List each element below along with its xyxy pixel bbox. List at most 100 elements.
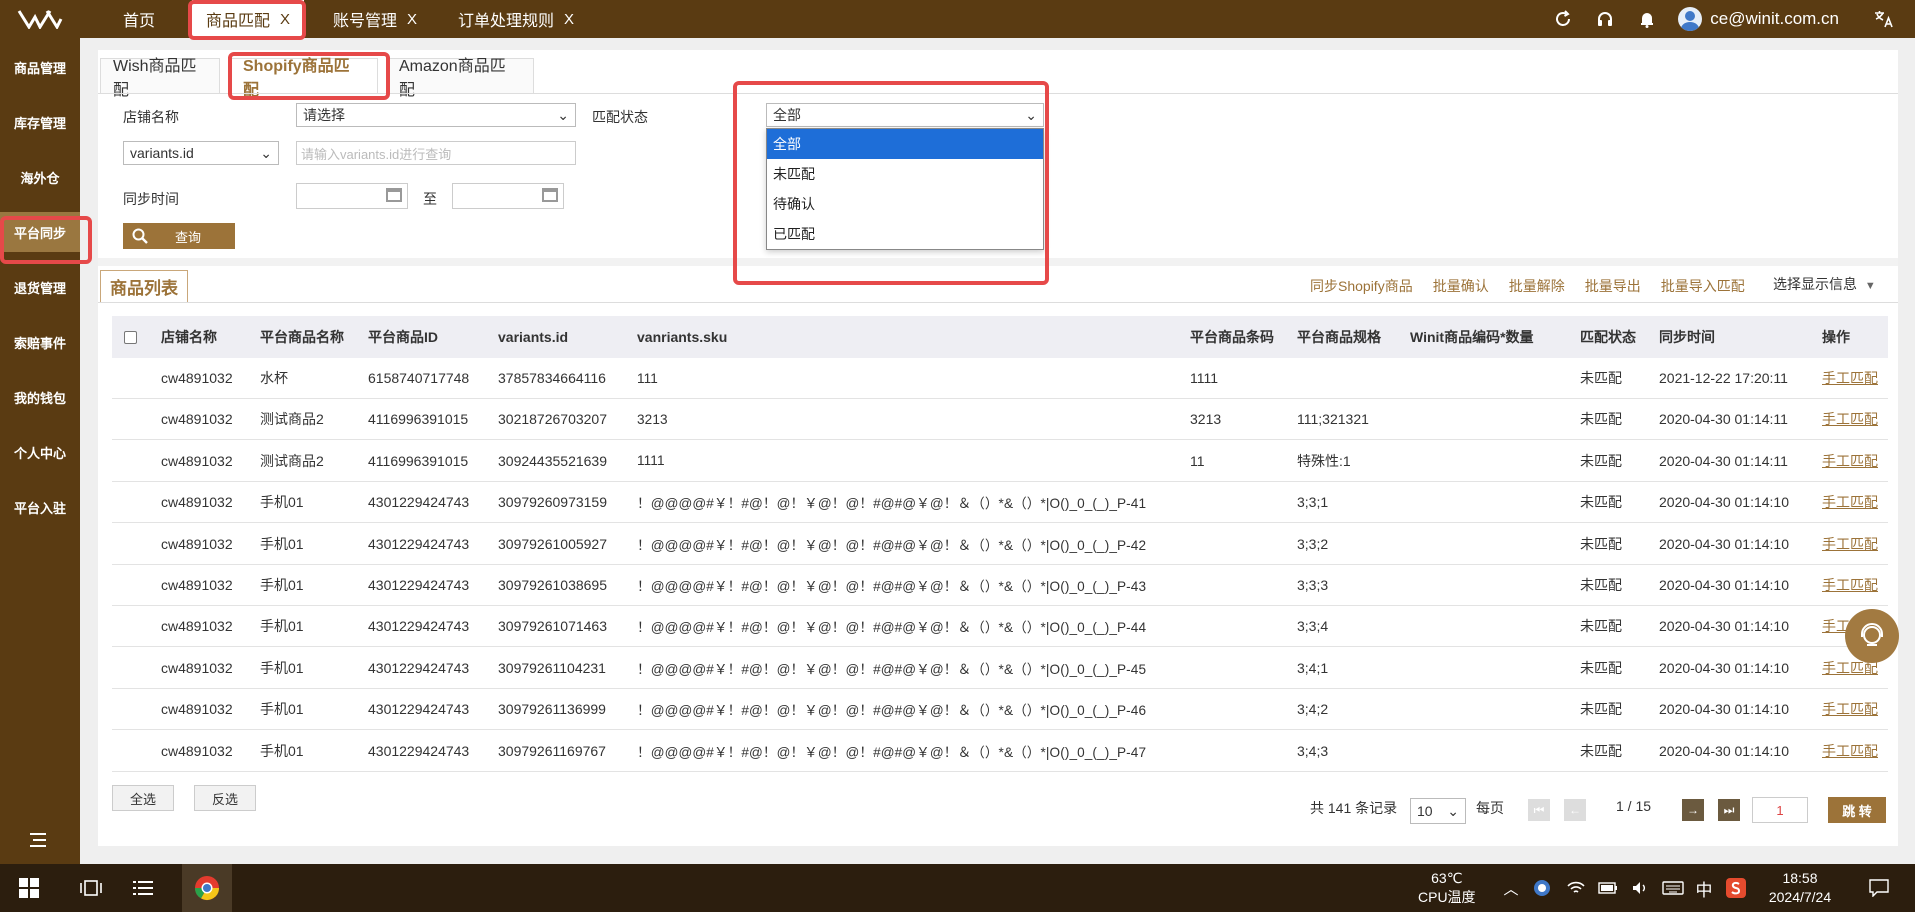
bell-icon[interactable] [1626, 0, 1668, 38]
sidebar-item-product-management[interactable]: 商品管理 [0, 47, 80, 87]
last-page-icon[interactable]: ⏭ [1718, 799, 1740, 821]
list-icon[interactable] [128, 864, 158, 912]
store-select[interactable]: 请选择 ⌄ [296, 103, 576, 127]
table-row[interactable]: cw4891032 测试商品2 4116996391015 3021872670320… [112, 399, 1888, 441]
headset-icon[interactable] [1584, 0, 1626, 38]
col-match-status[interactable]: 匹配状态 [1580, 316, 1636, 358]
cell-sync-time: 2020-04-30 01:14:10 [1659, 659, 1789, 676]
col-barcode[interactable]: 平台商品条码 [1190, 316, 1274, 358]
manual-match-link[interactable]: 手工匹配 [1822, 731, 1878, 771]
table-row[interactable]: cw4891032 手机01 4301229424743 30979261038695… [112, 565, 1888, 606]
sync-start-date-input[interactable] [296, 183, 408, 209]
table-row[interactable]: cw4891032 水杯 6158740717748 37857834664116 11… [112, 358, 1888, 399]
keyboard-icon[interactable] [1658, 864, 1688, 912]
col-variants-id[interactable]: variants.id [498, 316, 568, 358]
table-row[interactable]: cw4891032 手机01 4301229424743 30979261136999… [112, 689, 1888, 731]
product-list-tab[interactable]: 商品列表 [100, 270, 188, 302]
cell-sync-time: 2020-04-30 01:14:11 [1659, 411, 1788, 428]
translate-icon[interactable] [1863, 0, 1905, 38]
battery-icon[interactable] [1594, 864, 1622, 912]
table-row[interactable]: cw4891032 手机01 4301229424743 30979260973159… [112, 482, 1888, 524]
select-all-button[interactable]: 全选 [112, 785, 174, 811]
system-clock[interactable]: 18:58 2024/7/24 [1760, 869, 1840, 907]
sidebar-item-inventory[interactable]: 库存管理 [0, 102, 80, 142]
sidebar-item-personal-center[interactable]: 个人中心 [0, 432, 80, 472]
close-icon[interactable]: X [407, 11, 417, 28]
close-icon[interactable]: X [564, 11, 574, 28]
sidebar-item-overseas-warehouse[interactable]: 海外仓 [0, 157, 80, 197]
sync-end-date-input[interactable] [452, 183, 564, 209]
ime-indicator[interactable]: 中 [1692, 864, 1716, 912]
manual-match-link[interactable]: 手工匹配 [1822, 358, 1878, 398]
sidebar-item-platform-onboarding[interactable]: 平台入驻 [0, 487, 80, 527]
volume-icon[interactable] [1626, 864, 1654, 912]
invert-select-button[interactable]: 反选 [194, 785, 256, 811]
table-row[interactable]: cw4891032 手机01 4301229424743 30979261071463… [112, 606, 1888, 648]
browser-tray-icon[interactable] [1528, 864, 1556, 912]
col-spec[interactable]: 平台商品规格 [1297, 316, 1381, 358]
prev-page-icon[interactable]: ← [1564, 799, 1586, 821]
checkbox[interactable] [124, 330, 137, 344]
sidebar-item-wallet[interactable]: 我的钱包 [0, 377, 80, 417]
batch-export-button[interactable]: 批量导出 [1585, 276, 1641, 296]
task-view-icon[interactable] [76, 864, 106, 912]
tab-amazon-match[interactable]: Amazon商品匹配 [386, 58, 534, 99]
table-row[interactable]: cw4891032 测试商品2 4116996391015 3092443552163… [112, 440, 1888, 482]
col-variants-sku[interactable]: vanriants.sku [637, 316, 727, 358]
manual-match-link[interactable]: 手工匹配 [1822, 524, 1878, 564]
total-records: 共 141 条记录 [1310, 800, 1398, 816]
windows-start-icon[interactable] [14, 864, 44, 912]
manual-match-link[interactable]: 手工匹配 [1822, 689, 1878, 729]
sidebar-item-claims[interactable]: 索赔事件 [0, 322, 80, 362]
wifi-icon[interactable] [1562, 864, 1590, 912]
manual-match-link[interactable]: 手工匹配 [1822, 482, 1878, 522]
sync-shopify-button[interactable]: 同步Shopify商品 [1310, 276, 1413, 296]
manual-match-link[interactable]: 手工匹配 [1822, 441, 1878, 481]
menu-collapse-icon[interactable] [30, 833, 48, 851]
col-product-name[interactable]: 平台商品名称 [260, 316, 344, 358]
refresh-icon[interactable] [1542, 0, 1584, 38]
batch-import-match-button[interactable]: 批量导入匹配 [1661, 276, 1745, 296]
notification-icon[interactable] [1864, 864, 1894, 912]
table-row[interactable]: cw4891032 手机01 4301229424743 30979261005927… [112, 523, 1888, 565]
col-winit-code[interactable]: Winit商品编码*数量 [1410, 316, 1534, 358]
first-page-icon[interactable]: ⏮ [1528, 799, 1550, 821]
store-label: 店铺名称 [123, 109, 179, 125]
cell-variants-sku: ！@@@@#￥！#@！@！￥@！@！#@#@￥@！＆（）*&（）*|O()_0_… [637, 620, 1147, 636]
select-all-checkbox[interactable] [124, 316, 137, 358]
batch-confirm-button[interactable]: 批量确认 [1433, 276, 1489, 296]
page-size-select[interactable]: 10 ⌄ [1410, 798, 1466, 824]
tab-account-management[interactable]: 账号管理 X [320, 0, 430, 38]
manual-match-link[interactable]: 手工匹配 [1822, 399, 1878, 439]
col-product-id[interactable]: 平台商品ID [368, 316, 438, 358]
calendar-icon[interactable] [542, 188, 558, 202]
id-type-select[interactable]: variants.id ⌄ [123, 141, 279, 165]
winit-logo[interactable] [0, 0, 80, 38]
manual-match-link[interactable]: 手工匹配 [1822, 565, 1878, 605]
batch-unbind-button[interactable]: 批量解除 [1509, 276, 1565, 296]
support-chat-button[interactable] [1845, 609, 1899, 663]
display-info-dropdown[interactable]: 选择显示信息 ▼ [1773, 274, 1876, 294]
col-store[interactable]: 店铺名称 [161, 316, 217, 358]
query-button[interactable]: 查询 [123, 223, 235, 249]
page-jump-input[interactable]: 1 [1752, 797, 1808, 823]
table-row[interactable]: cw4891032 手机01 4301229424743 30979261169767… [112, 730, 1888, 772]
user-menu[interactable]: ce@winit.com.cn [1678, 7, 1839, 31]
col-operation[interactable]: 操作 [1822, 316, 1850, 358]
cell-match-status: 未匹配 [1580, 494, 1622, 511]
chevron-up-icon[interactable]: ︿ [1500, 864, 1522, 912]
table-row[interactable]: cw4891032 手机01 4301229424743 30979261104231… [112, 647, 1888, 689]
sidebar-item-returns[interactable]: 退货管理 [0, 267, 80, 307]
jump-button[interactable]: 跳 转 [1828, 797, 1886, 823]
clock-date: 2024/7/24 [1768, 889, 1832, 905]
tab-wish-match[interactable]: Wish商品匹配 [100, 58, 220, 99]
id-search-input[interactable]: 请输入variants.id进行查询 [296, 141, 576, 165]
sogou-ime-icon[interactable] [1722, 864, 1750, 912]
next-page-icon[interactable]: → [1682, 799, 1704, 821]
tab-order-rules[interactable]: 订单处理规则 X [446, 0, 586, 38]
cell-variants-sku: ！@@@@#￥！#@！@！￥@！@！#@#@￥@！＆（）*&（）*|O()_0_… [637, 579, 1147, 594]
tab-home[interactable]: 首页 [104, 0, 174, 38]
calendar-icon[interactable] [386, 188, 402, 202]
chrome-browser-icon[interactable] [182, 864, 232, 912]
col-sync-time[interactable]: 同步时间 [1659, 316, 1715, 358]
